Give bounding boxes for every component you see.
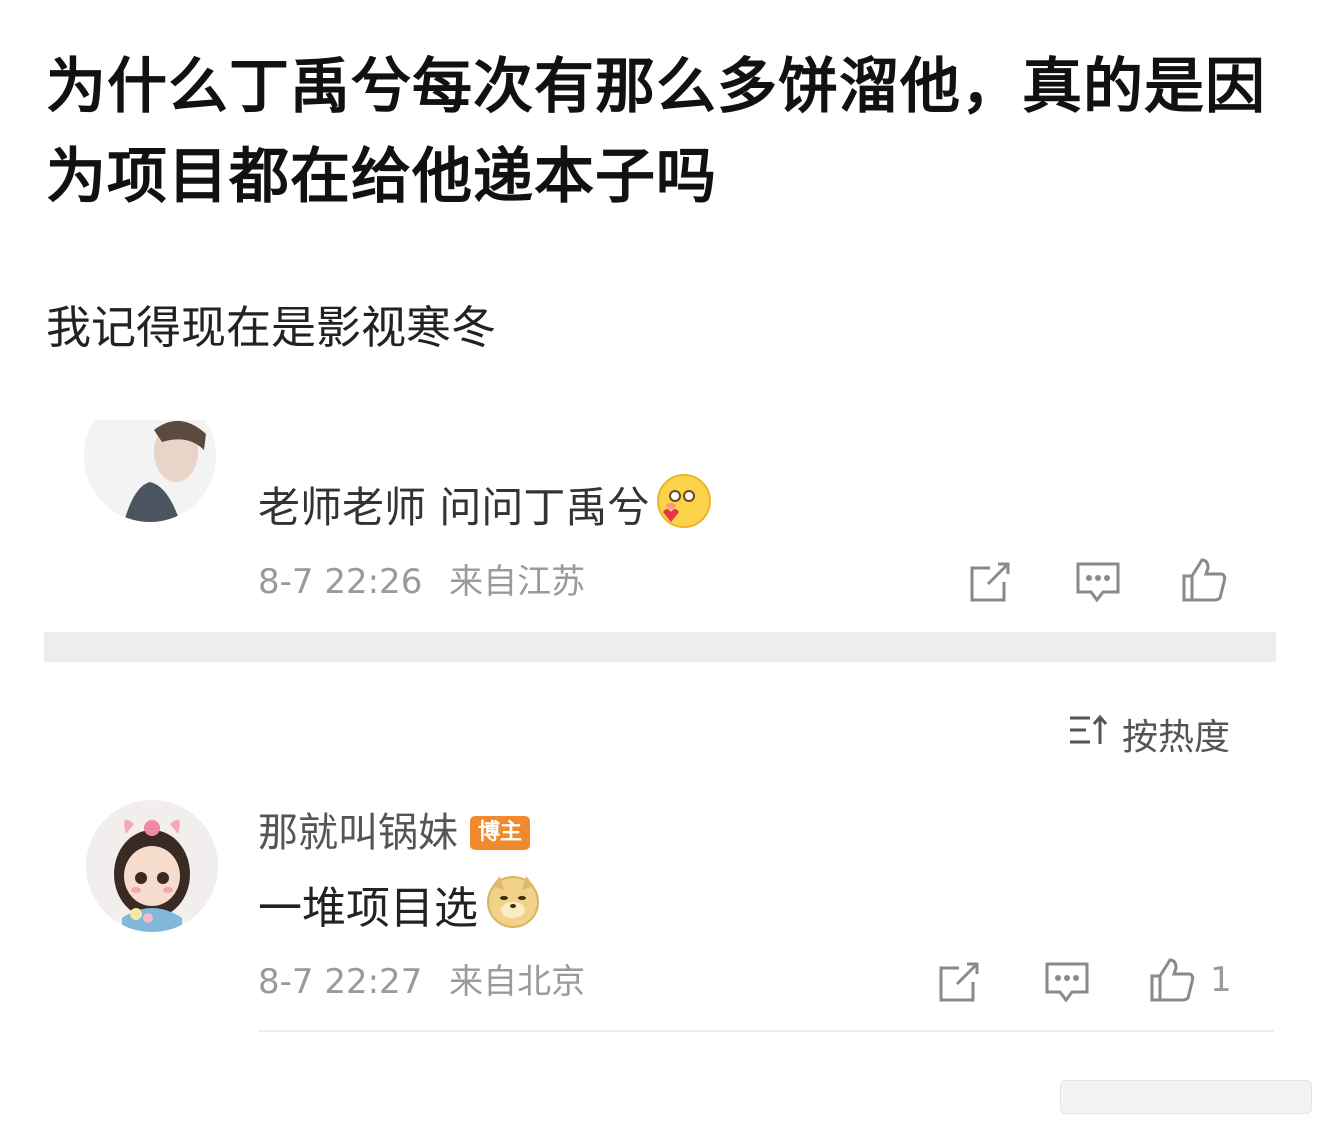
avatar[interactable] [84, 420, 216, 528]
share-button[interactable] [968, 560, 1012, 604]
avatar[interactable] [86, 800, 218, 932]
comment-date: 8-7 22:26 [258, 562, 423, 602]
like-button[interactable]: 1 [1148, 956, 1232, 1004]
author-badge: 博主 [470, 816, 531, 850]
comment-date: 8-7 22:27 [258, 962, 423, 1002]
like-button[interactable] [1180, 556, 1228, 604]
comment-text: 一堆项目选 [258, 872, 542, 946]
share-button[interactable] [937, 960, 981, 1004]
comment-location: 来自北京 [449, 962, 586, 1002]
comment-icon [1075, 560, 1121, 604]
comment-divider [258, 1030, 1274, 1032]
comment-icon [1044, 960, 1090, 1004]
like-count: 1 [1210, 960, 1232, 1000]
comment-button[interactable] [1044, 960, 1090, 1004]
comment-text-content: 老师老师 问问丁禹兮 [258, 483, 650, 532]
comment-text: 老师老师 问问丁禹兮 [258, 472, 713, 544]
watermark [1060, 1080, 1312, 1114]
thumbs-up-icon [1180, 556, 1228, 604]
share-icon [937, 960, 981, 1004]
username[interactable]: 那就叫锅妹 [258, 808, 458, 858]
sort-icon [1068, 712, 1108, 757]
comment-meta: 8-7 22:27 来自北京 [258, 962, 585, 1002]
comment-username[interactable]: 那就叫锅妹 博主 [258, 808, 531, 858]
section-divider [44, 632, 1276, 662]
comment-text-content: 一堆项目选 [258, 883, 478, 934]
comment-location: 来自江苏 [449, 562, 586, 602]
post-title: 为什么丁禹兮每次有那么多饼溜他，真的是因为项目都在给他递本子吗 [46, 52, 1266, 212]
comment-meta: 8-7 22:26 来自江苏 [258, 562, 585, 602]
sort-toggle[interactable]: 按热度 [1068, 708, 1230, 760]
blush-heart-emoji [655, 472, 713, 544]
thumbs-up-icon [1148, 956, 1196, 1004]
comment-button[interactable] [1075, 560, 1121, 604]
page: 为什么丁禹兮每次有那么多饼溜他，真的是因为项目都在给他递本子吗 我记得现在是影视… [0, 0, 1320, 1126]
share-icon [968, 560, 1012, 604]
post-body: 我记得现在是影视寒冬 [46, 301, 497, 354]
doge-emoji [484, 872, 542, 946]
sort-label: 按热度 [1122, 717, 1231, 758]
